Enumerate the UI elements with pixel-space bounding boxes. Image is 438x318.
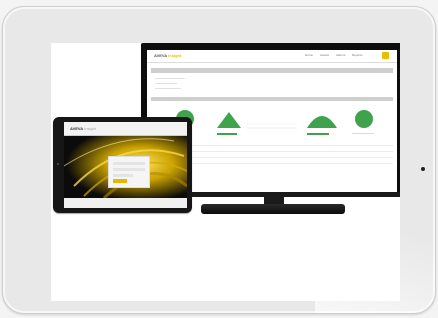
- filter-row[interactable]: [155, 78, 185, 79]
- legend-line: [352, 133, 374, 134]
- tv-top-bar: AVEVA Insight Home Assets Alarms Reports: [147, 50, 397, 63]
- tv-stand: [201, 204, 345, 214]
- login-panel: [108, 156, 150, 188]
- tablet-camera-icon: [57, 163, 59, 165]
- filter-row[interactable]: [155, 88, 181, 89]
- nav-item-alarms[interactable]: Alarms: [336, 53, 345, 57]
- area-chart-1[interactable]: [217, 112, 241, 128]
- login-button[interactable]: [113, 179, 127, 183]
- ipad-screen: AVEVA Insight Home Assets Alarms Reports: [51, 43, 400, 301]
- area-chart-2[interactable]: [307, 116, 337, 128]
- user-badge[interactable]: [382, 52, 389, 59]
- filter-row[interactable]: [155, 83, 177, 84]
- nav-item-assets[interactable]: Assets: [320, 53, 329, 57]
- tablet-top-bar: AVEVA Insight: [64, 122, 187, 136]
- ipad-frame: AVEVA Insight Home Assets Alarms Reports: [2, 6, 436, 314]
- password-field[interactable]: [113, 168, 145, 171]
- legend-mark: [307, 133, 329, 135]
- charts-header-bar: [151, 97, 393, 101]
- hero-image: [64, 136, 187, 198]
- tablet-device: AVEVA Insight: [53, 117, 192, 213]
- nav-item-home[interactable]: Home: [305, 53, 313, 57]
- nav-item-reports[interactable]: Reports: [352, 53, 363, 57]
- section-header-bar: [151, 68, 393, 73]
- donut-chart-2[interactable]: [355, 110, 373, 128]
- tablet-logo: AVEVA Insight: [70, 126, 96, 131]
- tablet-footer: [64, 198, 187, 208]
- username-field[interactable]: [113, 162, 145, 165]
- remember-row[interactable]: [113, 174, 133, 177]
- legend-mark: [217, 133, 237, 135]
- home-button[interactable]: [421, 167, 425, 171]
- tablet-screen: AVEVA Insight: [64, 122, 187, 208]
- tv-logo: AVEVA Insight: [154, 53, 182, 58]
